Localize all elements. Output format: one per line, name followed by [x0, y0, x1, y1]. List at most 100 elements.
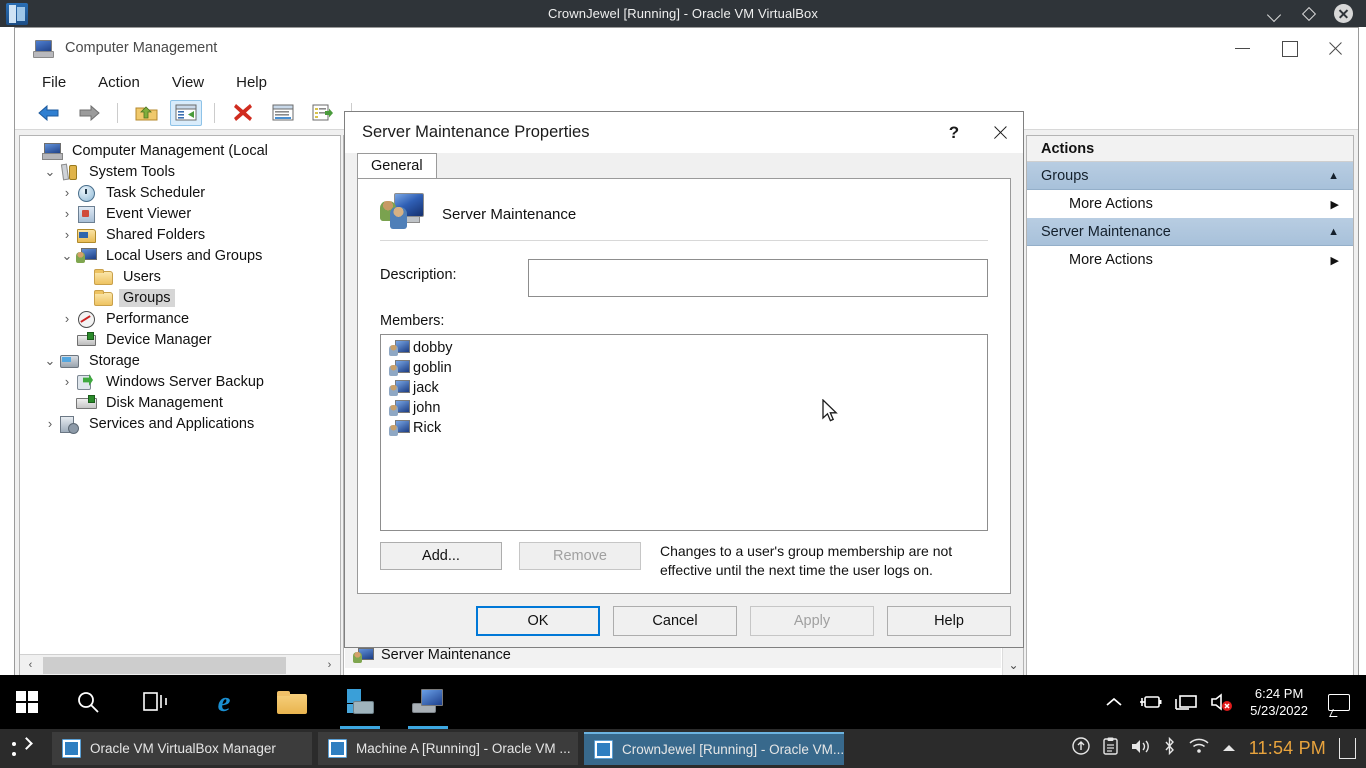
tree-item-performance[interactable]: ›Performance: [20, 308, 340, 329]
scroll-down-arrow-icon[interactable]: ⌄: [1003, 654, 1024, 675]
tree-horizontal-scrollbar[interactable]: ‹ ›: [20, 654, 340, 675]
tree-item-groups[interactable]: Groups: [20, 287, 340, 308]
action-more-actions-groups[interactable]: More Actions ▶: [1027, 190, 1353, 218]
close-icon[interactable]: [977, 112, 1023, 153]
tree-item-windows-server-backup[interactable]: ›Windows Server Backup: [20, 371, 340, 392]
dialog-titlebar: Server Maintenance Properties ?: [345, 112, 1023, 153]
chevron-right-icon[interactable]: ›: [58, 374, 76, 389]
taskbar-item-virtualbox-manager[interactable]: Oracle VM VirtualBox Manager: [52, 732, 312, 765]
member-list-item[interactable]: jack: [381, 378, 987, 398]
cancel-button[interactable]: Cancel: [613, 606, 737, 636]
tree-item-local-users-and-groups[interactable]: ⌄Local Users and Groups: [20, 245, 340, 266]
menu-file[interactable]: File: [39, 72, 69, 93]
chevron-right-icon[interactable]: ›: [58, 206, 76, 221]
internet-explorer-icon[interactable]: e: [190, 675, 258, 729]
computer-management-icon[interactable]: [394, 675, 462, 729]
volume-icon[interactable]: [1131, 738, 1150, 760]
export-list-icon[interactable]: [307, 100, 339, 126]
user-icon: [389, 420, 409, 437]
tree-item-device-manager[interactable]: Device Manager: [20, 329, 340, 350]
back-arrow-icon[interactable]: [33, 100, 65, 126]
chevron-up-icon[interactable]: ▲: [1328, 226, 1339, 238]
show-hide-console-tree-icon[interactable]: [170, 100, 202, 126]
network-icon[interactable]: [1168, 675, 1204, 729]
members-list[interactable]: dobbygoblinjackjohn Rick: [380, 334, 988, 531]
member-name: Rick: [413, 420, 441, 436]
minimize-button[interactable]: [1220, 28, 1266, 68]
scroll-right-arrow-icon[interactable]: ›: [319, 655, 340, 676]
up-folder-icon[interactable]: [130, 100, 162, 126]
scroll-thumb[interactable]: [43, 657, 286, 674]
member-list-item[interactable]: john: [381, 398, 987, 418]
chevron-right-icon[interactable]: ›: [58, 311, 76, 326]
tree-item-users[interactable]: Users: [20, 266, 340, 287]
action-center-icon[interactable]: [1318, 675, 1360, 729]
server-manager-icon[interactable]: [326, 675, 394, 729]
file-explorer-icon[interactable]: [258, 675, 326, 729]
actions-section-server-maintenance[interactable]: Server Maintenance ▲: [1027, 218, 1353, 246]
forward-arrow-icon[interactable]: [73, 100, 105, 126]
member-list-item[interactable]: dobby: [381, 338, 987, 358]
action-more-actions-server-maintenance[interactable]: More Actions ▶: [1027, 246, 1353, 274]
close-button[interactable]: [1312, 28, 1358, 68]
minimize-icon[interactable]: [1266, 5, 1283, 22]
app-indicator-icon[interactable]: [1339, 738, 1356, 759]
chevron-down-icon[interactable]: ⌄: [41, 353, 59, 369]
computer-management-titlebar: Computer Management: [15, 28, 1358, 68]
taskbar-item-crownjewel[interactable]: CrownJewel [Running] - Oracle VM...: [584, 732, 844, 765]
help-button[interactable]: Help: [887, 606, 1011, 636]
add-button[interactable]: Add...: [380, 542, 502, 570]
description-input[interactable]: [528, 259, 988, 297]
tree-item-storage[interactable]: ⌄Storage: [20, 350, 340, 371]
windows-start-icon[interactable]: [0, 675, 54, 729]
chevron-right-icon[interactable]: ›: [58, 227, 76, 242]
member-list-item[interactable]: goblin: [381, 358, 987, 378]
updates-icon[interactable]: [1072, 737, 1090, 760]
menu-view[interactable]: View: [169, 72, 207, 93]
tree-item-task-scheduler[interactable]: ›Task Scheduler: [20, 182, 340, 203]
tree-item-label: Shared Folders: [102, 226, 209, 244]
search-icon[interactable]: [54, 675, 122, 729]
scroll-left-arrow-icon[interactable]: ‹: [20, 655, 41, 676]
scroll-track[interactable]: [41, 655, 319, 676]
close-icon[interactable]: [1334, 4, 1353, 23]
tree-item-shared-folders[interactable]: › Shared Folders: [20, 224, 340, 245]
tree-item-system-tools[interactable]: ⌄System Tools: [20, 161, 340, 182]
show-hidden-icons-icon[interactable]: [1096, 675, 1132, 729]
tab-general[interactable]: General: [357, 153, 437, 178]
show-hidden-icons-icon[interactable]: [1222, 740, 1236, 758]
tree-item-services-and-applications[interactable]: › Services and Applications: [20, 413, 340, 434]
chevron-right-icon[interactable]: ›: [58, 185, 76, 200]
properties-icon[interactable]: [267, 100, 299, 126]
power-plug-icon[interactable]: [1132, 675, 1168, 729]
taskbar-item-machine-a[interactable]: Machine A [Running] - Oracle VM ...: [318, 732, 578, 765]
tree-item-event-viewer[interactable]: ›Event Viewer: [20, 203, 340, 224]
tree-item-computer-management-local[interactable]: Computer Management (Local: [20, 140, 340, 161]
delete-icon[interactable]: [227, 100, 259, 126]
member-list-item[interactable]: Rick: [381, 418, 987, 438]
menu-action[interactable]: Action: [95, 72, 143, 93]
restore-icon[interactable]: [1300, 5, 1317, 22]
task-view-icon[interactable]: [122, 675, 190, 729]
user-icon: [389, 400, 409, 417]
bluetooth-icon[interactable]: [1163, 737, 1176, 760]
actions-section-groups[interactable]: Groups ▲: [1027, 162, 1353, 190]
clock[interactable]: 6:24 PM 5/23/2022: [1240, 685, 1318, 719]
menu-help[interactable]: Help: [233, 72, 270, 93]
chevron-down-icon[interactable]: ⌄: [41, 164, 59, 180]
wifi-icon[interactable]: [1189, 738, 1209, 759]
volume-muted-icon[interactable]: [1204, 675, 1240, 729]
chevron-down-icon[interactable]: ⌄: [58, 248, 76, 264]
app-launcher-icon[interactable]: [0, 729, 46, 768]
clipboard-icon[interactable]: [1103, 737, 1118, 760]
tree-item-label: Services and Applications: [85, 415, 258, 433]
chevron-up-icon[interactable]: ▲: [1328, 170, 1339, 182]
help-button[interactable]: ?: [931, 112, 977, 153]
tree-item-disk-management[interactable]: Disk Management: [20, 392, 340, 413]
host-system-tray: 11:54 PM: [1072, 737, 1366, 760]
taskbar-item-label: Oracle VM VirtualBox Manager: [90, 741, 276, 756]
maximize-button[interactable]: [1266, 28, 1312, 68]
ok-button[interactable]: OK: [476, 606, 600, 636]
chevron-right-icon[interactable]: ›: [41, 416, 59, 431]
host-clock[interactable]: 11:54 PM: [1249, 738, 1326, 759]
